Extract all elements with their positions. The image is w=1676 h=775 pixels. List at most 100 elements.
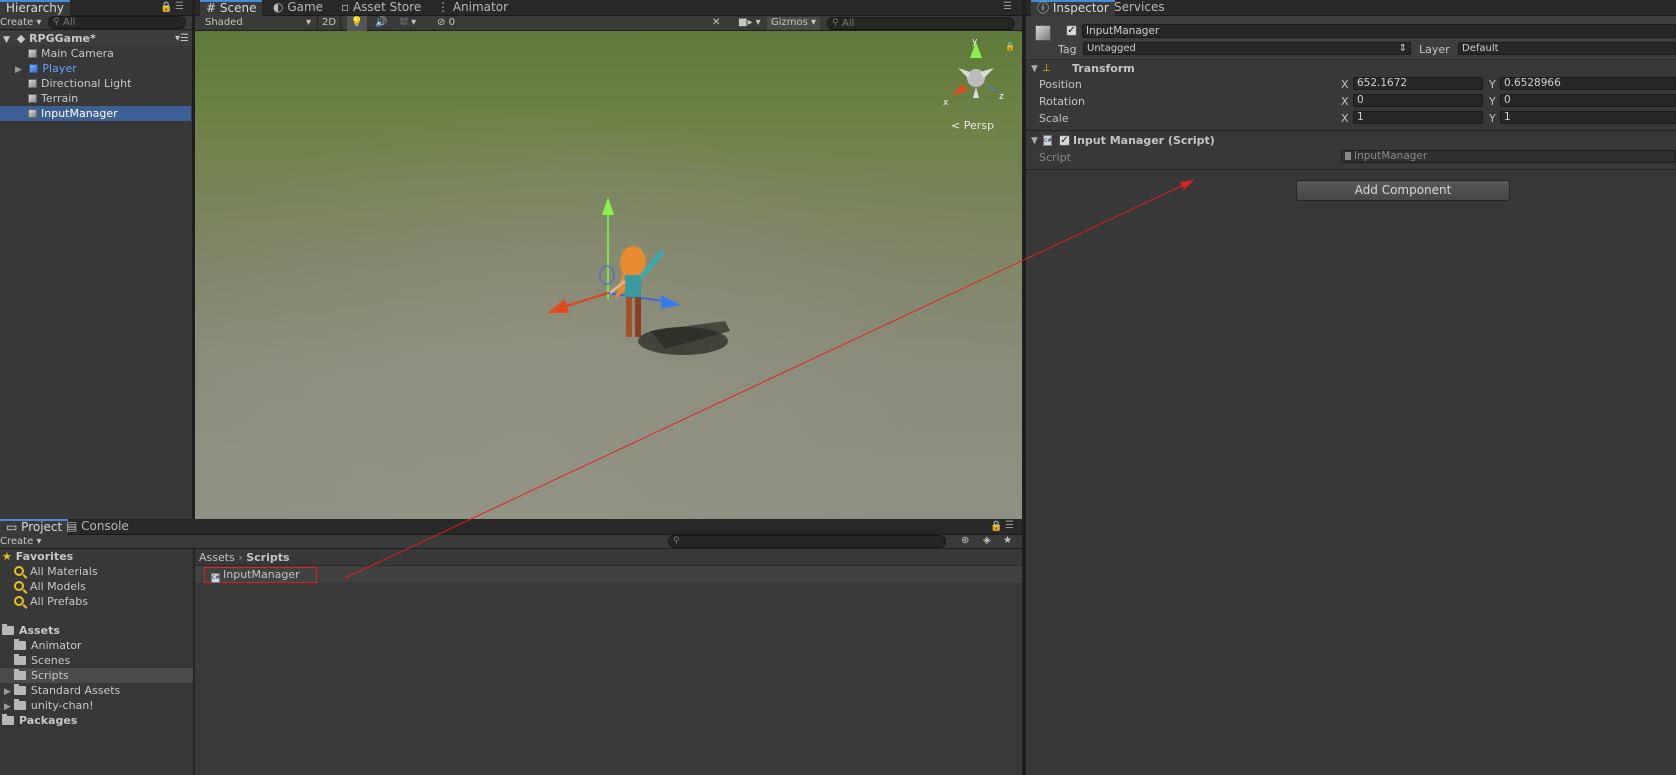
layer-dropdown[interactable]: Default: [1458, 42, 1676, 55]
hierarchy-item[interactable]: Terrain: [28, 91, 78, 106]
gizmo-lock-icon[interactable]: 🔒: [1005, 42, 1015, 51]
scale-x-label: X: [1341, 112, 1349, 125]
panel-menu-icon[interactable]: ☰: [1003, 1, 1012, 12]
effects-icon[interactable]: ⛆ ▾: [400, 16, 416, 30]
expand-arrow-icon[interactable]: ▶: [4, 702, 11, 712]
gizmo-x-arrow: [547, 299, 569, 313]
favorite-item[interactable]: All Models: [14, 579, 86, 594]
project-toolbar: Create ▾ ⚲ ⊕ ◈ ★: [0, 535, 1022, 549]
panel-menu-icon[interactable]: ☰: [1005, 520, 1014, 531]
active-checkbox[interactable]: ✓: [1066, 25, 1077, 36]
lock-icon[interactable]: 🔒: [160, 2, 172, 13]
component-enabled-checkbox[interactable]: ✓: [1059, 135, 1070, 146]
unity-scene-icon: ◆: [16, 32, 26, 45]
tab-scene[interactable]: # Scene: [200, 0, 263, 16]
scale-y-field[interactable]: 1: [1500, 111, 1676, 124]
asset-folder[interactable]: ▶ unity-chan!: [0, 698, 94, 713]
lighting-toggle[interactable]: 💡: [347, 16, 367, 31]
project-search-input[interactable]: ⚲: [668, 535, 946, 548]
scene-root-row[interactable]: ▼ ◆ RPGGame* ▾☰: [0, 31, 193, 46]
panel-menu-icon[interactable]: ☰: [175, 1, 184, 12]
breadcrumb-root[interactable]: Assets: [199, 551, 235, 564]
folder-icon: [13, 684, 26, 695]
rotation-y-label: Y: [1489, 95, 1496, 108]
script-component-header[interactable]: ▼ c# ✓ Input Manager (Script): [1026, 133, 1676, 149]
folder-icon: [2, 624, 14, 635]
scene-toolbar: Shaded ▾ 2D 💡 🔊 ⛆ ▾ ⊘ 0 ✕ ■▸ ▾ Gizmos ▾ ⚲…: [195, 16, 1022, 31]
search-filter-icon: [14, 581, 24, 591]
tab-console[interactable]: ▤ Console: [60, 519, 135, 535]
position-y-field[interactable]: 0.6528966: [1500, 77, 1676, 90]
file-list-row[interactable]: c# InputManager: [195, 566, 1022, 583]
packages-header[interactable]: Packages: [2, 713, 77, 728]
hidden-objects-toggle[interactable]: ⊘ 0: [437, 16, 455, 30]
add-component-button[interactable]: Add Component: [1296, 180, 1510, 201]
assets-header[interactable]: Assets: [2, 623, 60, 638]
tab-animator[interactable]: ⋮ Animator: [431, 0, 514, 16]
tab-asset-store[interactable]: ▫ Asset Store: [335, 0, 427, 16]
tag-dropdown[interactable]: Untagged ⇕: [1083, 42, 1411, 55]
shading-dropdown[interactable]: Shaded ▾: [205, 17, 311, 28]
item-label: Directional Light: [41, 77, 132, 90]
item-label: Main Camera: [41, 47, 114, 60]
hierarchy-tree: ▼ ◆ RPGGame* ▾☰ Main Camera ▶ Player Dir…: [0, 30, 193, 520]
rotation-x-field[interactable]: 0: [1353, 94, 1483, 107]
item-label: Terrain: [41, 92, 79, 105]
asset-folder[interactable]: ▶ Standard Assets: [0, 683, 120, 698]
script-reference-field[interactable]: InputManager: [1341, 150, 1676, 163]
asset-folder-selected[interactable]: Scripts: [0, 668, 193, 683]
hierarchy-item[interactable]: Main Camera: [28, 46, 114, 61]
foldout-arrow-icon[interactable]: ▼: [1031, 133, 1038, 149]
breadcrumb-current[interactable]: Scripts: [246, 551, 289, 564]
scene-tabbar: # Scene ◐ Game ▫ Asset Store ⋮ Animator …: [195, 0, 1022, 16]
expand-arrow-icon[interactable]: ▶: [15, 65, 22, 75]
inspector-tabbar: ⓘ Inspector Services: [1026, 0, 1676, 16]
create-button[interactable]: Create ▾: [0, 536, 41, 547]
asset-folder[interactable]: Scenes: [14, 653, 70, 668]
filter-by-label-icon[interactable]: ◈: [983, 535, 991, 546]
expand-arrow-icon[interactable]: ▼: [3, 35, 10, 45]
2d-toggle[interactable]: 2D: [317, 16, 341, 31]
filter-by-type-icon[interactable]: ⊕: [961, 535, 969, 546]
audio-icon[interactable]: 🔊: [375, 16, 387, 30]
tab-game[interactable]: ◐ Game: [267, 0, 329, 16]
scale-x-field[interactable]: 1: [1353, 111, 1483, 124]
foldout-arrow-icon[interactable]: ▼: [1031, 61, 1038, 77]
persp-label[interactable]: < Persp: [951, 119, 994, 132]
rotation-y-field[interactable]: 0: [1500, 94, 1676, 107]
hierarchy-search-input[interactable]: ⚲ All: [48, 16, 186, 29]
axis-z-label: z: [999, 92, 1004, 102]
scene-menu-icon[interactable]: ▾☰: [175, 31, 189, 46]
hierarchy-tabbar: Hierarchy 🔒 ☰: [0, 0, 193, 16]
hierarchy-item-selected[interactable]: InputManager: [0, 106, 191, 121]
hierarchy-item-player[interactable]: ▶ Player: [0, 61, 193, 76]
tools-icon[interactable]: ✕: [712, 16, 720, 30]
position-x-field[interactable]: 652.1672: [1353, 77, 1483, 90]
lock-icon[interactable]: 🔒: [990, 521, 1002, 532]
scale-label: Scale: [1039, 112, 1069, 125]
asset-folder[interactable]: Animator: [14, 638, 82, 653]
expand-arrow-icon[interactable]: ▶: [4, 687, 11, 697]
tab-project[interactable]: ▭ Project: [0, 519, 69, 535]
scene-search-input[interactable]: ⚲ All: [827, 17, 1015, 30]
tab-hierarchy[interactable]: Hierarchy: [0, 0, 71, 16]
favorite-star-icon[interactable]: ★: [1003, 535, 1012, 546]
tab-services[interactable]: Services: [1108, 0, 1171, 16]
folder-icon: [14, 669, 26, 680]
folder-icon: [2, 714, 14, 725]
object-name-field[interactable]: InputManager: [1082, 24, 1676, 38]
tab-inspector[interactable]: ⓘ Inspector: [1031, 0, 1115, 16]
hierarchy-item[interactable]: Directional Light: [28, 76, 131, 91]
scene-viewport[interactable]: y x z 🔒 < Persp: [195, 31, 1022, 519]
favorite-item[interactable]: All Prefabs: [14, 594, 88, 609]
folder-icon: [13, 699, 26, 710]
position-x-label: X: [1341, 78, 1349, 91]
favorites-header[interactable]: ★ Favorites: [2, 549, 73, 564]
transform-header[interactable]: ▼ ⊥ Transform: [1026, 61, 1676, 77]
favorite-item[interactable]: All Materials: [14, 564, 98, 579]
camera-icon[interactable]: ■▸ ▾: [738, 16, 761, 30]
orientation-gizmo[interactable]: y x z: [940, 36, 1010, 108]
file-item[interactable]: c# InputManager: [204, 567, 317, 583]
create-button[interactable]: Create ▾: [0, 17, 41, 28]
gizmos-dropdown[interactable]: Gizmos ▾: [767, 17, 821, 30]
